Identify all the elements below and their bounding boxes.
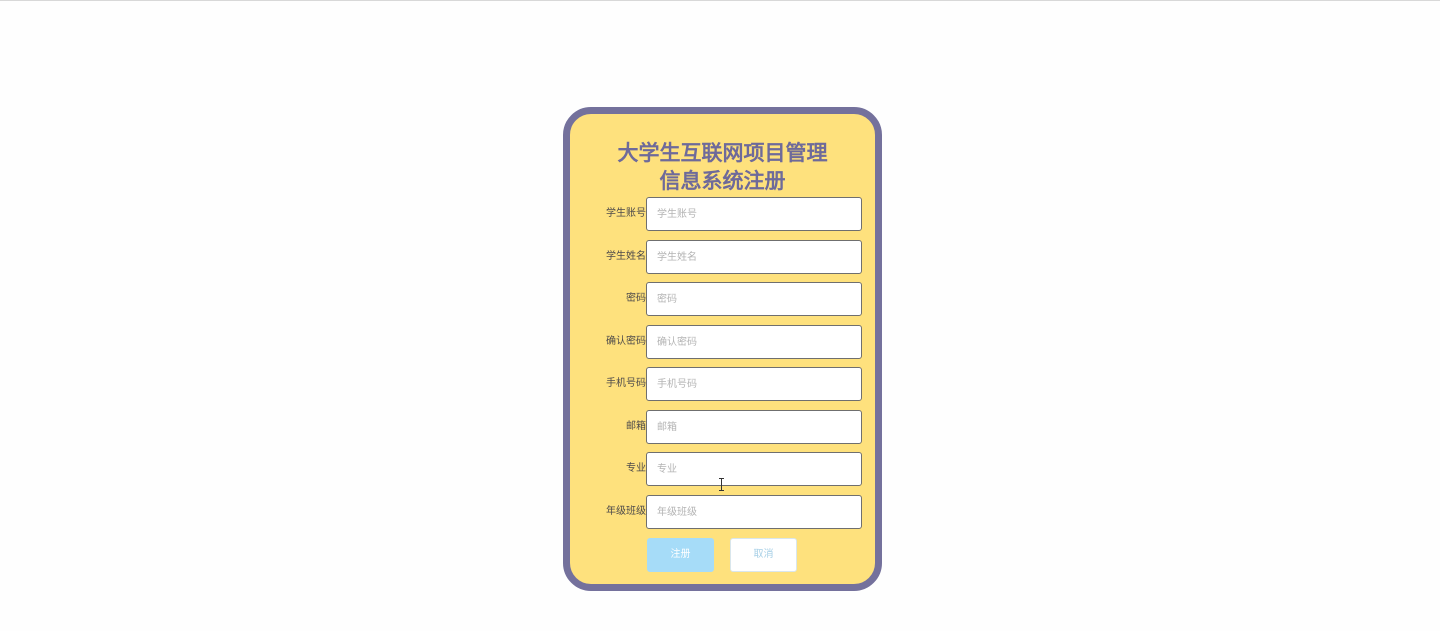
- grade-class-input[interactable]: [646, 495, 862, 529]
- email-input[interactable]: [646, 410, 862, 444]
- student-name-input[interactable]: [646, 240, 862, 274]
- student-id-input[interactable]: [646, 197, 862, 231]
- student-name-label: 学生姓名: [606, 251, 646, 262]
- field-row-phone: 手机号码: [570, 367, 875, 401]
- field-row-password: 密码: [570, 282, 875, 316]
- major-label: 专业: [626, 463, 646, 474]
- phone-label: 手机号码: [606, 378, 646, 389]
- cancel-button[interactable]: 取消: [730, 538, 797, 572]
- major-input[interactable]: [646, 452, 862, 486]
- field-row-grade-class: 年级班级: [570, 495, 875, 529]
- phone-input[interactable]: [646, 367, 862, 401]
- register-card: 大学生互联网项目管理 信息系统注册 学生账号 学生姓名 密码 确认密码 手机号码…: [563, 107, 882, 591]
- confirm-password-input[interactable]: [646, 325, 862, 359]
- top-divider: [0, 0, 1440, 1]
- email-label: 邮箱: [626, 421, 646, 432]
- grade-class-label: 年级班级: [606, 506, 646, 517]
- field-row-student-id: 学生账号: [570, 197, 875, 231]
- page-title: 大学生互联网项目管理 信息系统注册: [570, 139, 875, 195]
- title-line-2: 信息系统注册: [659, 169, 786, 193]
- field-row-confirm-password: 确认密码: [570, 325, 875, 359]
- text-cursor-icon: [719, 478, 724, 491]
- student-id-label: 学生账号: [606, 208, 646, 219]
- title-line-1: 大学生互联网项目管理: [617, 141, 828, 165]
- password-label: 密码: [626, 293, 646, 304]
- password-input[interactable]: [646, 282, 862, 316]
- field-row-student-name: 学生姓名: [570, 240, 875, 274]
- field-row-email: 邮箱: [570, 410, 875, 444]
- confirm-password-label: 确认密码: [606, 336, 646, 347]
- register-button[interactable]: 注册: [647, 538, 714, 572]
